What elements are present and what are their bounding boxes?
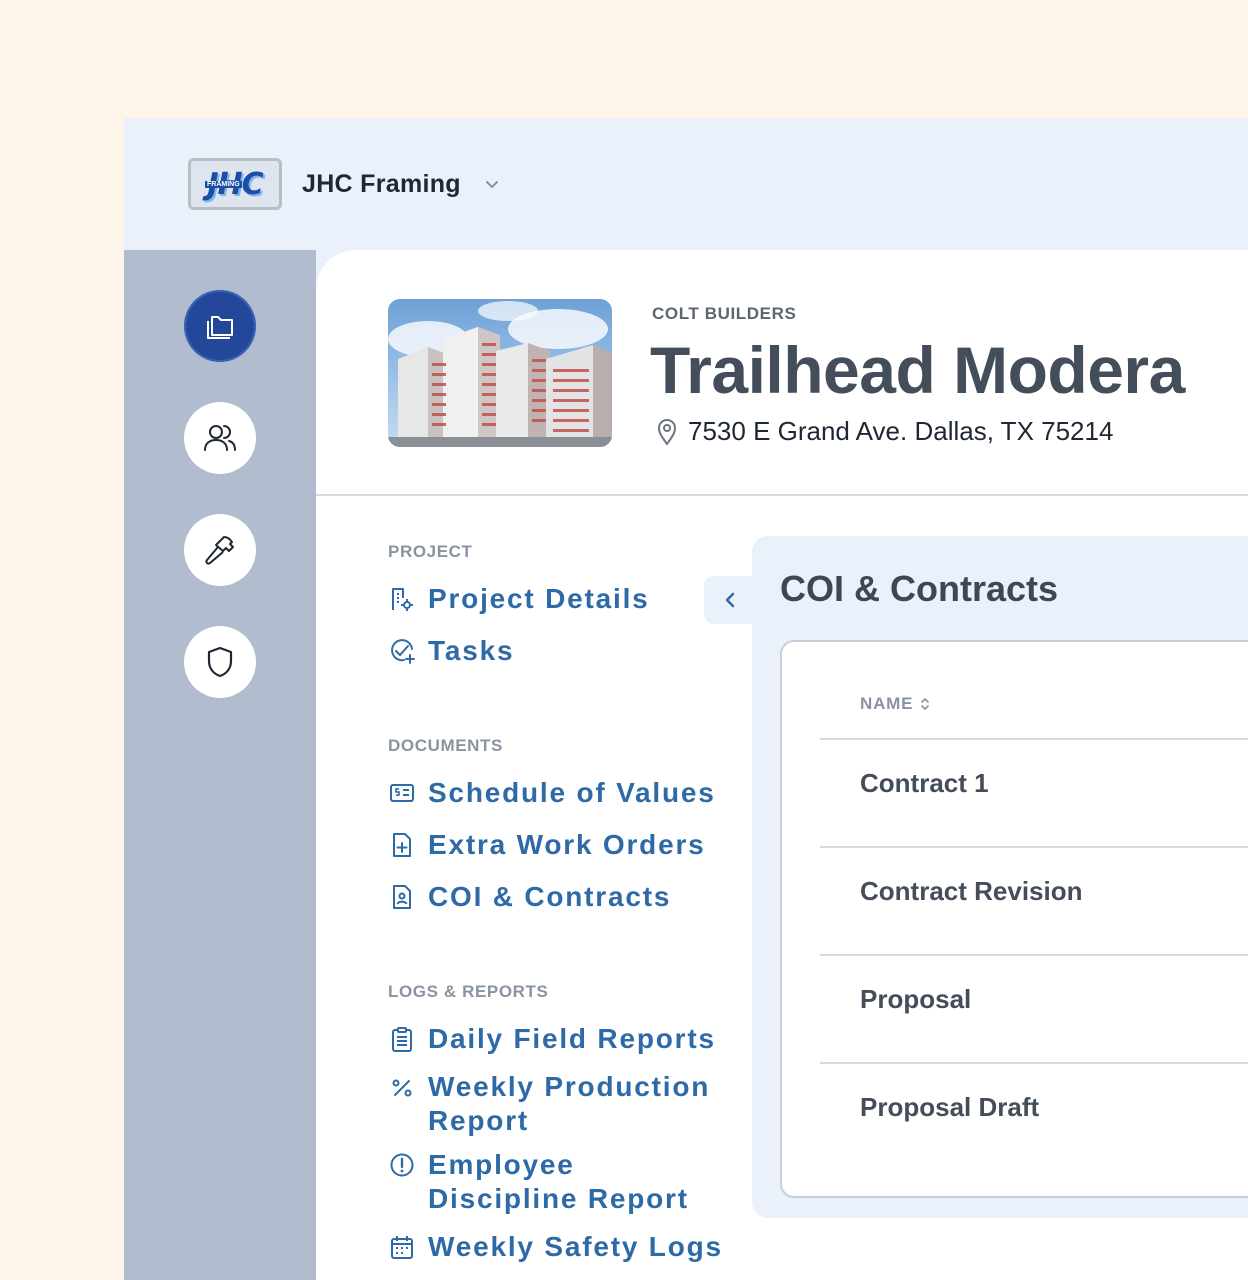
row-divider xyxy=(820,1062,1248,1064)
collapse-panel-button[interactable] xyxy=(704,576,756,624)
rail-people-button[interactable] xyxy=(184,402,256,474)
table-row[interactable]: Contract Revision xyxy=(860,876,1083,907)
file-plus-icon xyxy=(393,833,411,857)
table-row[interactable]: Contract 1 xyxy=(860,768,989,799)
nav-item-tasks[interactable]: Tasks xyxy=(388,634,728,668)
documents-table: NAME Contract 1 Contract Revision Propos… xyxy=(780,640,1248,1198)
rail-tools-button[interactable] xyxy=(184,514,256,586)
nav-item-coi-contracts[interactable]: COI & Contracts xyxy=(388,880,728,914)
percent-icon xyxy=(392,1079,412,1097)
nav-label: Tasks xyxy=(428,635,515,666)
calendar-icon xyxy=(391,1236,413,1259)
row-divider xyxy=(820,846,1248,848)
section-label-project: PROJECT xyxy=(388,542,473,561)
alert-circle-icon xyxy=(390,1153,414,1177)
header-divider xyxy=(316,494,1248,496)
nav-item-weekly-production-report[interactable]: Weekly Production Report xyxy=(388,1070,728,1138)
sort-icon xyxy=(921,698,930,710)
nav-label: Daily Field Reports xyxy=(428,1023,716,1054)
nav-item-project-details[interactable]: Project Details xyxy=(388,582,728,616)
project-title: Trailhead Modera xyxy=(650,333,1185,407)
coi-contracts-panel: COI & Contracts NAME Contract 1 Contract… xyxy=(752,536,1248,1218)
icon-rail xyxy=(124,250,316,1280)
row-divider xyxy=(820,738,1248,740)
chevron-left-icon xyxy=(725,592,735,608)
project-photo xyxy=(388,299,612,447)
panel-title: COI & Contracts xyxy=(780,568,1059,609)
nav-label: Weekly Production Report xyxy=(428,1071,711,1136)
nav-item-extra-work-orders[interactable]: Extra Work Orders xyxy=(388,828,728,862)
building-image xyxy=(388,301,612,447)
logo-subtext: FRAMING xyxy=(205,181,242,188)
table-row[interactable]: Proposal xyxy=(860,984,971,1015)
folders-icon xyxy=(207,316,233,339)
nav-item-weekly-safety-logs[interactable]: Weekly Safety Logs xyxy=(388,1230,728,1264)
dollar-list-icon xyxy=(390,784,414,802)
nav-label: Employee Discipline Report xyxy=(428,1149,689,1214)
column-header-label: NAME xyxy=(860,694,914,713)
circle-check-plus-icon xyxy=(391,639,415,664)
building-gear-icon xyxy=(392,588,413,611)
project-address: 7530 E Grand Ave. Dallas, TX 75214 xyxy=(688,416,1114,446)
app-window: JHC FRAMING JHC Framing COLT BUILDERS Tr… xyxy=(124,118,1248,1280)
company-logo[interactable]: JHC FRAMING xyxy=(188,158,282,210)
table-row[interactable]: Proposal Draft xyxy=(860,1092,1039,1123)
client-name: COLT BUILDERS xyxy=(652,304,797,323)
main-panel: COLT BUILDERS Trailhead Modera 7530 E Gr… xyxy=(316,250,1248,1280)
users-icon xyxy=(204,425,236,451)
section-label-logs: LOGS & REPORTS xyxy=(388,982,549,1001)
nav-label: Extra Work Orders xyxy=(428,829,706,860)
nav-label: Project Details xyxy=(428,583,650,614)
shield-icon xyxy=(207,646,233,678)
rail-projects-button[interactable] xyxy=(184,290,256,362)
company-switcher-label[interactable]: JHC Framing xyxy=(302,170,461,199)
nav-label: COI & Contracts xyxy=(428,881,672,912)
hammer-icon xyxy=(205,536,234,565)
column-header-name[interactable]: NAME xyxy=(860,694,931,714)
nav-item-daily-field-reports[interactable]: Daily Field Reports xyxy=(388,1022,728,1056)
map-pin-icon xyxy=(658,419,676,445)
file-user-icon xyxy=(393,885,411,909)
chevron-down-icon[interactable] xyxy=(483,176,501,194)
rail-safety-button[interactable] xyxy=(184,626,256,698)
top-bar: JHC FRAMING JHC Framing xyxy=(124,118,1248,250)
nav-label: Weekly Safety Logs xyxy=(428,1231,723,1262)
nav-label: Schedule of Values xyxy=(428,777,716,808)
nav-item-employee-discipline-report[interactable]: Employee Discipline Report xyxy=(388,1148,728,1216)
section-label-documents: DOCUMENTS xyxy=(388,736,503,755)
row-divider xyxy=(820,954,1248,956)
nav-item-schedule-of-values[interactable]: Schedule of Values xyxy=(388,776,728,810)
clipboard-icon xyxy=(392,1027,412,1052)
